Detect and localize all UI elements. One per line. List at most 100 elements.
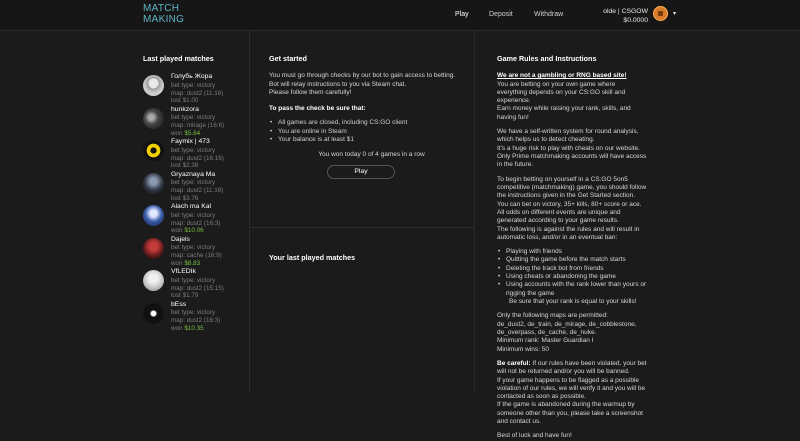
check-item: All games are closed, including CS:GO cl…	[269, 119, 474, 128]
match-item[interactable]: Dajels bet type: victory map: cache (16:9)…	[143, 236, 243, 271]
match-map: map: dust2 (16:3)	[171, 219, 221, 227]
match-map: map: dust2 (11:16)	[171, 187, 224, 195]
match-result: won $10.06	[171, 227, 251, 235]
result-amount: $1.79	[182, 292, 199, 300]
last-played-matches-panel: Last played matches Голубь Жора bet type:…	[143, 54, 243, 335]
match-item[interactable]: Gryaznaya Ma bet type: victory map: dust2 …	[143, 171, 243, 206]
result-amount: $3.76	[182, 194, 199, 202]
match-map: map: dust2 (16:16)	[171, 154, 224, 162]
player-name: Dajels	[171, 235, 190, 243]
rank-note: Be sure that your rank is equal to your …	[509, 298, 637, 306]
result-amount: $5.64	[184, 129, 201, 137]
match-result: lost $2.38	[171, 162, 251, 170]
match-list: Голубь Жора bet type: victory map: dust2 (…	[143, 73, 243, 336]
result-amount: $10.06	[184, 227, 204, 235]
logo-line-1: MATCH	[143, 3, 180, 14]
match-item[interactable]: VfLEDIk bet type: victory map: dust2 (15:1…	[143, 268, 243, 303]
result-label: won	[171, 129, 183, 137]
bet-type: bet type: victory	[171, 309, 216, 317]
intro-line-3: Please follow them carefully!	[269, 88, 352, 96]
match-map: map: dust2 (16:3)	[171, 317, 221, 325]
match-result: lost $1.00	[171, 97, 251, 105]
match-result: lost $3.76	[171, 195, 251, 203]
match-item[interactable]: bEss bet type: victory map: dust2 (16:3) wo…	[143, 301, 243, 336]
maps-title: Only the following maps are permitted:	[497, 312, 608, 320]
nav-deposit-link[interactable]: Deposit	[489, 11, 513, 20]
rules-p5: Only Prime matchmaking accounts will hav…	[497, 153, 647, 169]
last-played-matches-title: Last played matches	[143, 54, 214, 63]
match-item[interactable]: Alach ma Kal bet type: victory map: dust2 …	[143, 203, 243, 238]
bet-type: bet type: victory	[171, 114, 216, 122]
match-map: map: cache (16:9)	[171, 252, 222, 260]
bet-type: bet type: victory	[171, 179, 216, 187]
result-label: lost	[171, 194, 181, 202]
result-label: won	[171, 324, 183, 332]
abandon-text: If the game is abandoned during the warm…	[497, 401, 643, 426]
match-details: Faymix | 473 bet type: victory map: dust2 …	[171, 138, 251, 170]
rules-p1: You are betting on your own game where e…	[497, 80, 626, 105]
player-name: bEss	[171, 300, 187, 308]
bet-type: bet type: victory	[171, 81, 216, 89]
player-avatar	[143, 270, 164, 292]
min-rank: Minimum rank: Master Guardian I	[497, 337, 594, 345]
forbidden-item: Deleting the track bot from friends	[497, 265, 647, 274]
get-started-intro: You must go through checks by our bot to…	[269, 72, 474, 97]
match-details: VfLEDIk bet type: victory map: dust2 (15:1…	[171, 268, 251, 300]
nav-withdraw-link[interactable]: Withdraw	[534, 11, 563, 20]
rules-p3: We have a self-written system for round …	[497, 128, 639, 144]
forbidden-item: Quitting the game before the match start…	[497, 256, 647, 265]
match-details: Alach ma Kal bet type: victory map: dust2 …	[171, 203, 251, 235]
match-details: hunkzora bet type: victory map: mirage (16…	[171, 106, 251, 138]
match-item[interactable]: Faymix | 473 bet type: victory map: dust2 …	[143, 138, 243, 173]
get-started-panel: Get started You must go through checks b…	[249, 31, 474, 228]
forbidden-item: Playing with friends	[497, 248, 647, 257]
careful-label: Be careful:	[497, 359, 531, 367]
intro-line-1: You must go through checks by our bot to…	[269, 72, 456, 80]
rules-p6: To begin betting on yourself in a CS:GO …	[497, 175, 647, 200]
match-details: bEss bet type: victory map: dust2 (16:3) wo…	[171, 301, 251, 333]
rules-title: Game Rules and Instructions	[497, 54, 597, 63]
match-item[interactable]: Голубь Жора bet type: victory map: dust2 (…	[143, 73, 243, 108]
match-details: Dajels bet type: victory map: cache (16:9)…	[171, 236, 251, 268]
user-avatar[interactable]	[653, 6, 668, 21]
player-avatar	[143, 75, 164, 97]
matchmaking-logo[interactable]: MATCH MAKING	[143, 3, 184, 25]
user-info[interactable]: olde | CSGOW $0.0000	[598, 7, 648, 25]
match-map: map: dust2 (15:15)	[171, 284, 224, 292]
match-result: lost $1.79	[171, 292, 251, 300]
result-label: won	[171, 227, 183, 235]
rules-p4: It's a huge risk to play with cheats on …	[497, 144, 640, 152]
match-map: map: mirage (16:6)	[171, 122, 225, 130]
your-last-matches-panel: Your last played matches	[249, 228, 474, 262]
result-amount: $1.00	[182, 97, 199, 105]
result-amount: $10.35	[184, 324, 204, 332]
player-name: Faymix | 473	[171, 138, 210, 146]
nav-play-link[interactable]: Play	[455, 11, 469, 20]
forbidden-list: Playing with friends Quitting the game b…	[497, 248, 647, 298]
username: olde | CSGOW	[603, 8, 648, 15]
flag-text: If your game happens to be flagged as a …	[497, 376, 646, 401]
forbidden-item: Using cheats or abandoning the game	[497, 273, 647, 282]
match-details: Голубь Жора bet type: victory map: dust2 (…	[171, 73, 251, 105]
result-label: lost	[171, 97, 181, 105]
chevron-down-icon[interactable]: ▾	[673, 11, 676, 19]
middle-column: Get started You must go through checks b…	[249, 31, 474, 262]
column-divider-right	[474, 31, 475, 392]
result-amount: $8.83	[184, 259, 201, 267]
player-name: Gryaznaya Ma	[171, 170, 216, 178]
match-result: won $5.64	[171, 130, 251, 138]
play-button[interactable]: Play	[327, 164, 395, 179]
player-avatar	[143, 140, 164, 162]
check-item: Your balance is at least $1	[269, 136, 474, 145]
bet-type: bet type: victory	[171, 211, 216, 219]
match-item[interactable]: hunkzora bet type: victory map: mirage (16…	[143, 106, 243, 141]
forbidden-item: Using accounts with the rank lower than …	[497, 281, 647, 298]
rules-p9: The following is against the rules and w…	[497, 225, 640, 241]
match-details: Gryaznaya Ma bet type: victory map: dust2 …	[171, 171, 251, 203]
result-label: won	[171, 259, 183, 267]
your-last-matches-title: Your last played matches	[269, 253, 356, 262]
intro-line-2: Bot will relay instructions to you via S…	[269, 80, 407, 88]
maps-line-1: de_dust2, de_train, de_mirage, de_cobble…	[497, 320, 637, 328]
match-result: won $10.35	[171, 325, 251, 333]
check-item: You are online in Steam	[269, 128, 474, 137]
